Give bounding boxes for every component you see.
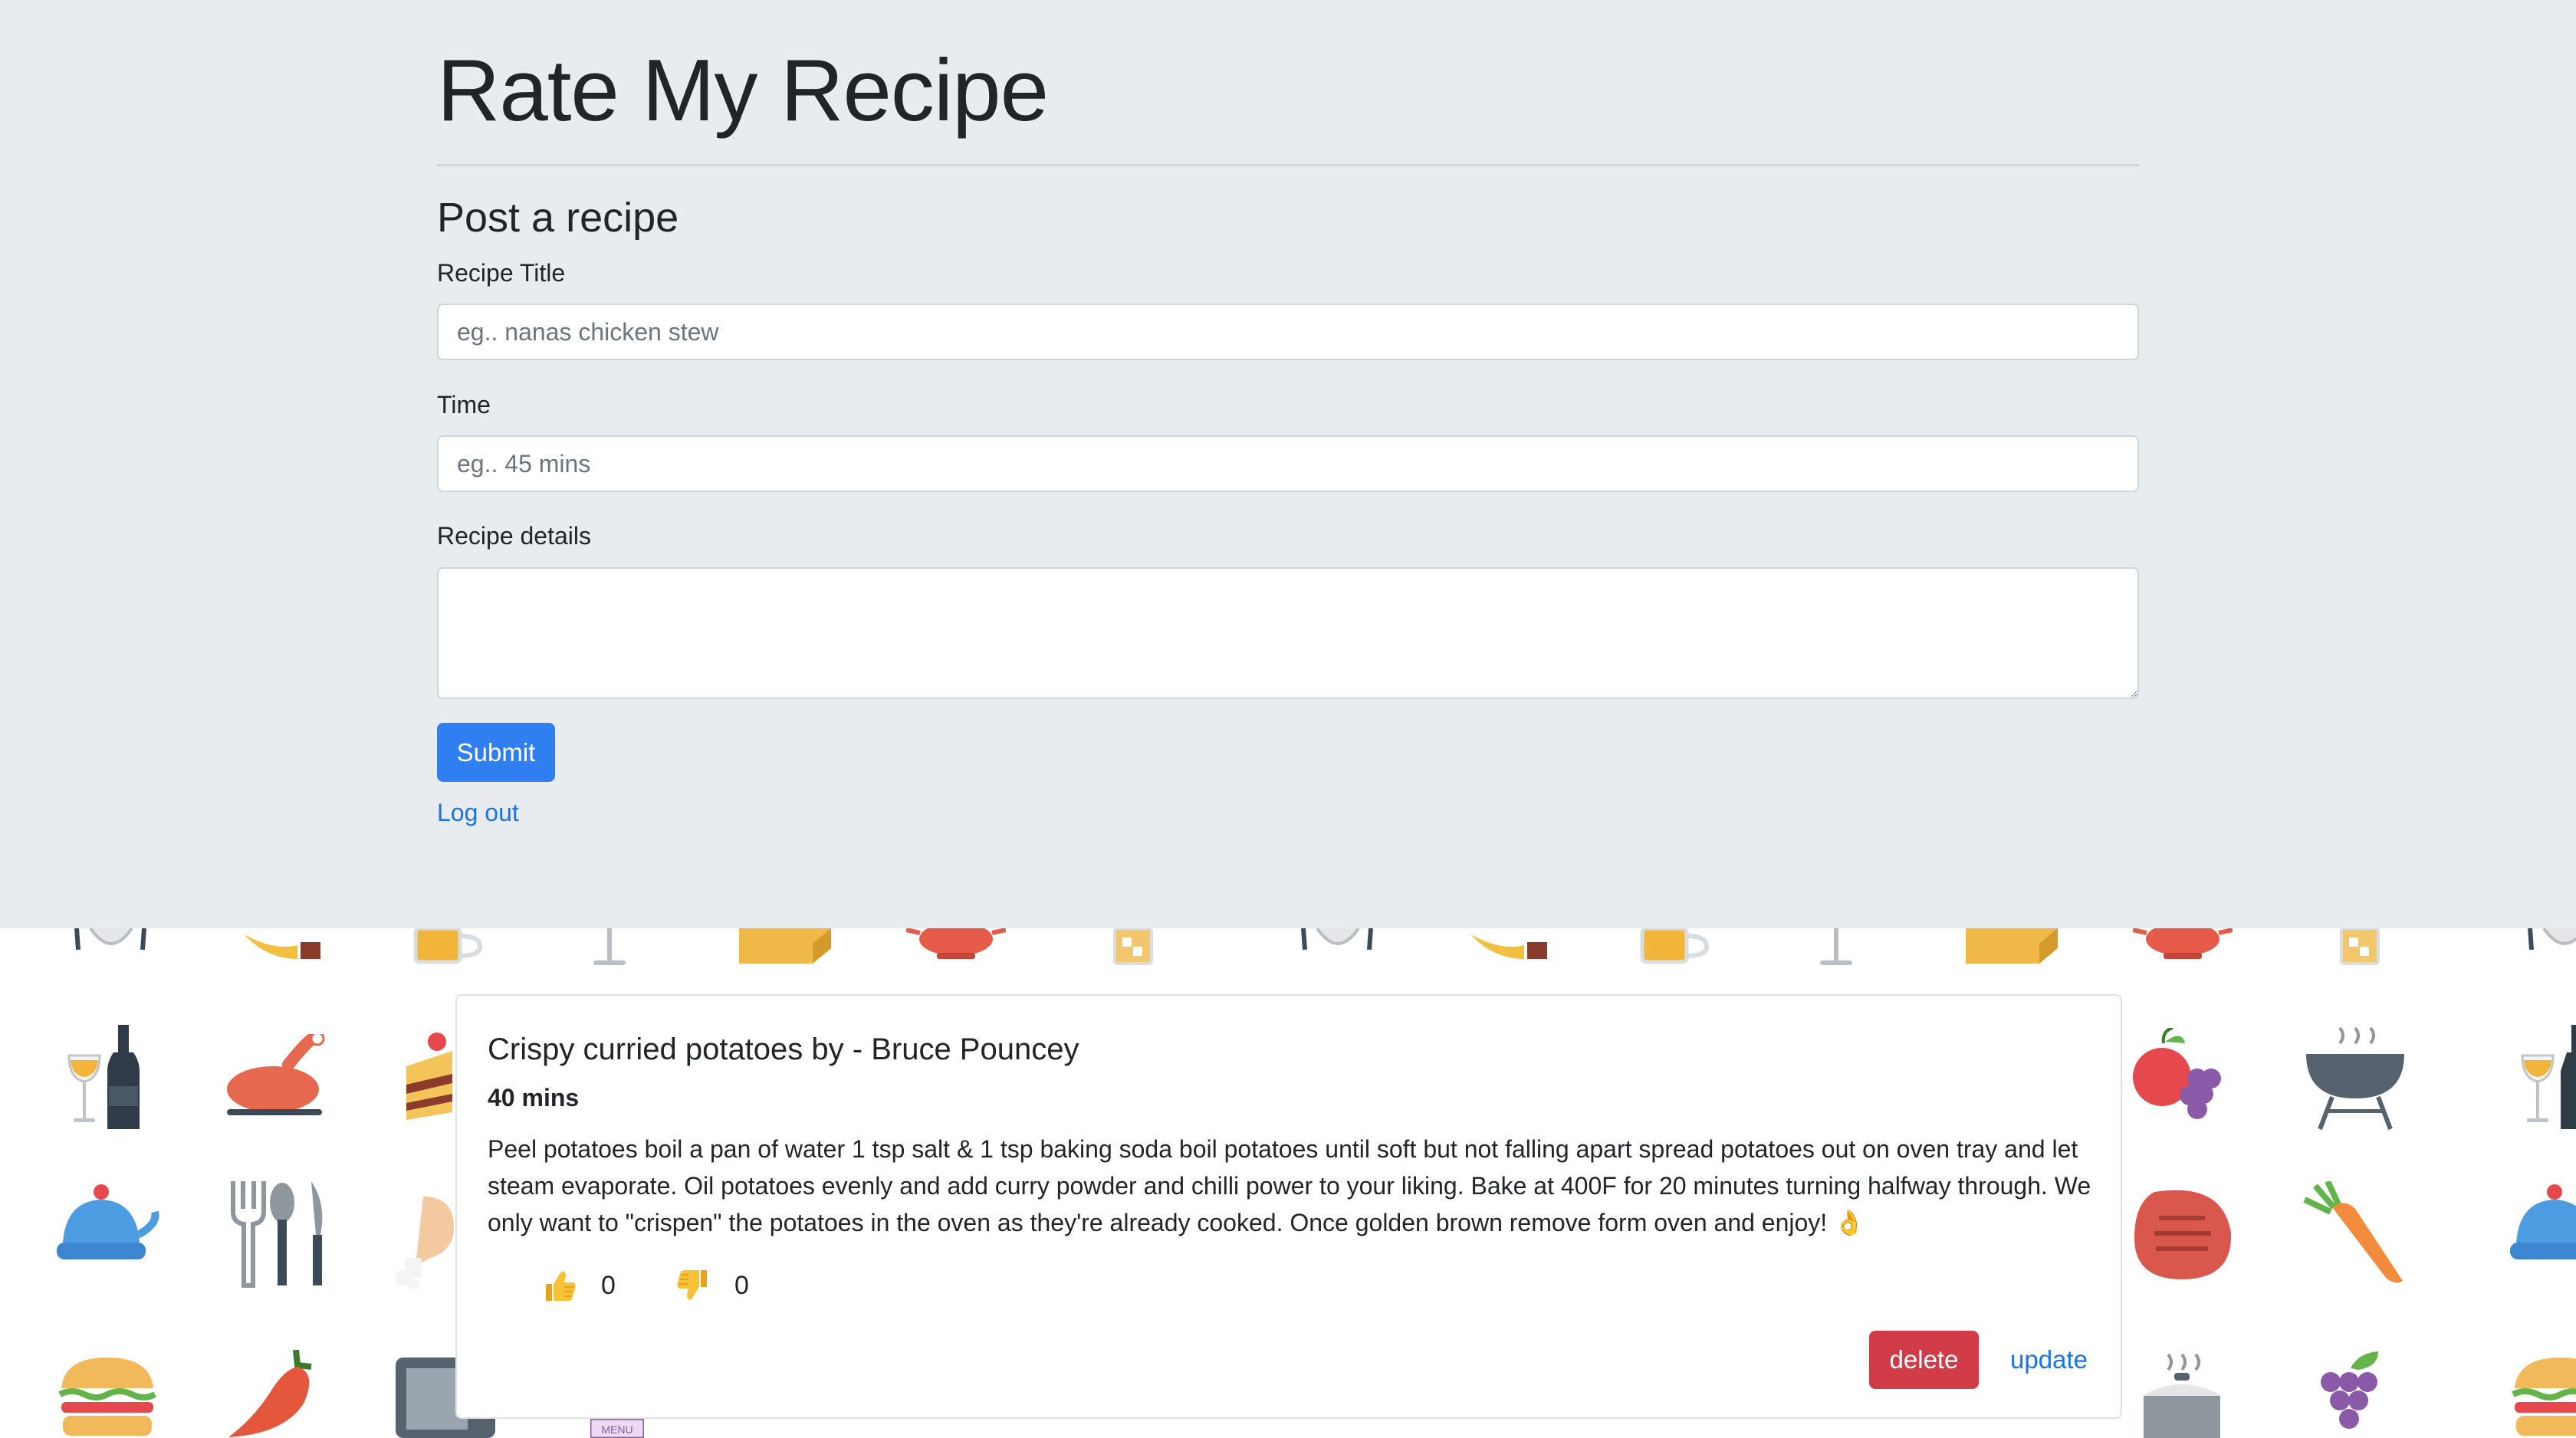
pie-slice-icon [1470, 934, 1547, 959]
header-jumbotron: Rate My Recipe Post a recipe Recipe Titl… [0, 0, 2576, 928]
page: MENU Rate My Recipe Post a recipe Recipe… [0, 0, 2576, 1438]
thumbs-up-vote: 0 [541, 1262, 616, 1308]
roast-chicken-icon [227, 1034, 325, 1115]
carrot-icon [2303, 1181, 2403, 1283]
cheese-icon [1966, 928, 2058, 964]
teapot-icon [2133, 928, 2233, 959]
thumbs-up-count: 0 [601, 1271, 616, 1300]
thumbs-down-count: 0 [734, 1271, 749, 1300]
pot-icon [2142, 1353, 2222, 1438]
kettle-icon [2510, 1184, 2576, 1259]
cake-slice-icon [406, 1033, 452, 1120]
kettle-icon [57, 1184, 159, 1259]
plate-icon [2528, 928, 2576, 950]
apple-grapes-icon [2133, 1028, 2221, 1119]
time-label: Time [437, 391, 491, 419]
beer-mug-icon [413, 928, 483, 964]
recipe-title-label: Recipe Title [437, 259, 566, 287]
page-title: Rate My Recipe [437, 42, 1049, 140]
logout-link[interactable]: Log out [437, 795, 519, 830]
update-button[interactable]: update [2003, 1331, 2095, 1389]
submit-button[interactable]: Submit [437, 723, 555, 782]
drumstick-icon [396, 1197, 454, 1289]
steak-icon [2134, 1190, 2232, 1279]
recipe-details-textarea[interactable] [437, 567, 2139, 699]
iced-drink-icon [1113, 928, 1153, 965]
post-recipe-heading: Post a recipe [437, 195, 679, 241]
plate-icon [74, 928, 146, 950]
cheese-icon [739, 928, 831, 964]
menu-icon: MENU [590, 1419, 644, 1438]
recipe-card-time: 40 mins [488, 1084, 580, 1111]
recipe-title-input[interactable] [437, 304, 2139, 360]
delete-button[interactable]: delete [1869, 1331, 1979, 1389]
cocktail-glass-icon [593, 928, 626, 965]
cocktail-glass-icon [1820, 928, 1852, 965]
time-input[interactable] [437, 435, 2139, 492]
recipe-card-title: Crispy curried potatoes by - Bruce Pounc… [488, 1033, 1079, 1066]
teapot-icon [906, 928, 1006, 959]
svg-text:MENU: MENU [601, 1423, 632, 1436]
thumbs-down-icon[interactable] [675, 1267, 711, 1304]
grapes-icon [2321, 1351, 2378, 1429]
thumbs-up-icon[interactable] [541, 1267, 578, 1304]
recipe-details-label: Recipe details [437, 522, 591, 550]
divider [437, 164, 2139, 166]
pie-slice-icon [244, 934, 320, 959]
plate-icon [1301, 928, 1373, 950]
cutlery-icon [231, 1181, 323, 1288]
recipe-card-details: Peel potatoes boil a pan of water 1 tsp … [488, 1135, 2091, 1236]
burger-icon [2512, 1358, 2576, 1436]
bbq-grill-icon [2306, 1026, 2404, 1131]
thumbs-down-vote: 0 [675, 1262, 749, 1308]
wine-bottle-icon [2521, 1025, 2576, 1129]
recipe-card: Crispy curried potatoes by - Bruce Pounc… [455, 994, 2122, 1419]
wine-bottle-icon [67, 1025, 140, 1129]
beer-mug-icon [1640, 928, 1710, 964]
burger-icon [58, 1358, 156, 1436]
chili-pepper-icon [228, 1350, 312, 1437]
iced-drink-icon [2340, 928, 2380, 965]
